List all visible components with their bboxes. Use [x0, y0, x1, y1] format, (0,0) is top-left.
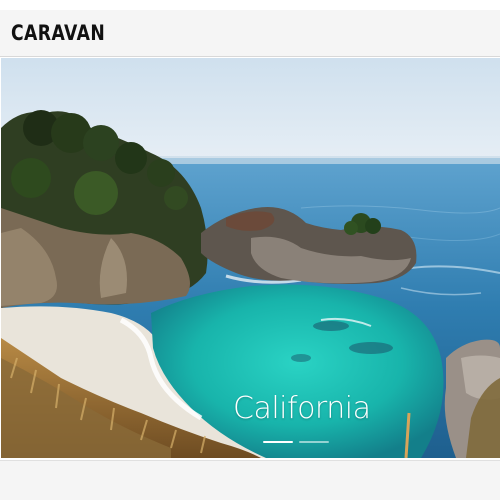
hero-title: California [233, 391, 371, 426]
carousel-dot-1[interactable] [263, 441, 293, 443]
site-header: CARAVAN [0, 10, 500, 57]
brand-logo[interactable]: CARAVAN [11, 21, 105, 45]
bottom-bar [0, 460, 500, 500]
top-strip [0, 0, 500, 10]
hero-carousel[interactable]: California [1, 58, 500, 458]
carousel-dot-2[interactable] [299, 441, 329, 443]
